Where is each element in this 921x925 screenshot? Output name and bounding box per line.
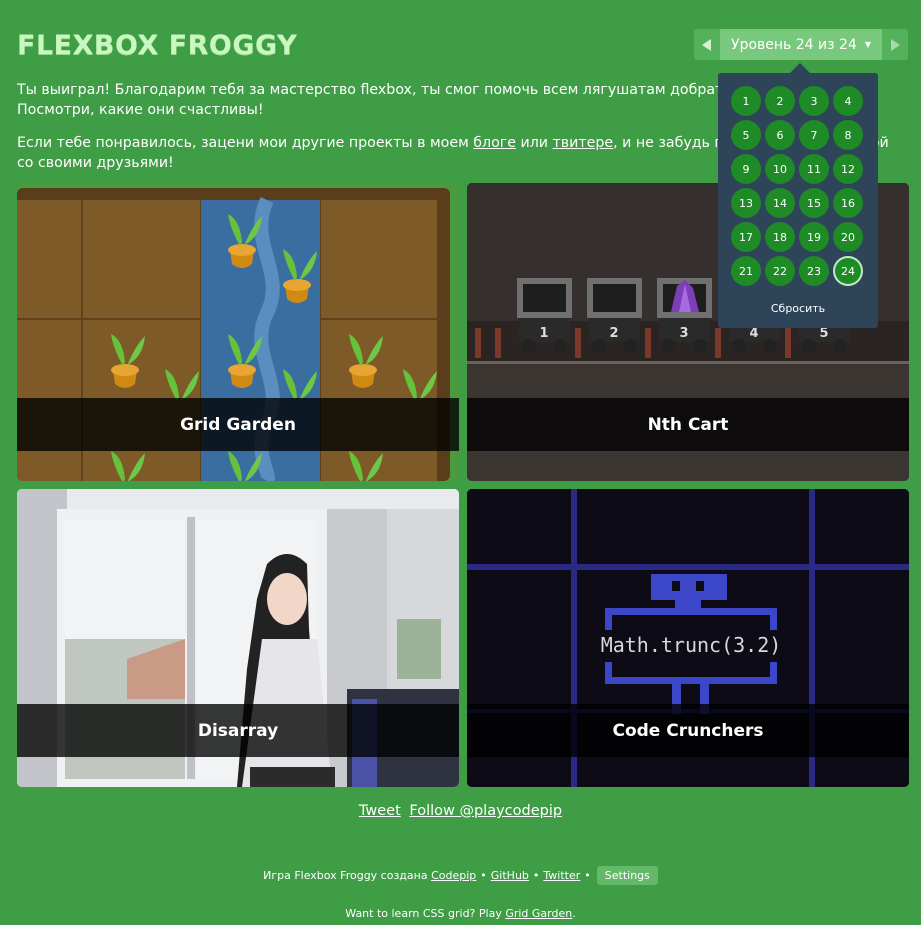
learn-end: . <box>572 907 576 920</box>
project-label-banner: Nth Cart <box>467 398 909 451</box>
cart-number-2: 2 <box>609 326 618 341</box>
level-button-3[interactable]: 3 <box>799 86 829 116</box>
level-button-24[interactable]: 24 <box>833 256 863 286</box>
social-links: Tweet Follow @playcodepip <box>0 803 921 819</box>
level-button-19[interactable]: 19 <box>799 222 829 252</box>
level-button-11[interactable]: 11 <box>799 154 829 184</box>
settings-button[interactable]: Settings <box>596 866 658 885</box>
level-button-15[interactable]: 15 <box>799 188 829 218</box>
bullet-separator: • <box>584 869 591 882</box>
level-button-5[interactable]: 5 <box>731 120 761 150</box>
level-button-20[interactable]: 20 <box>833 222 863 252</box>
level-button-9[interactable]: 9 <box>731 154 761 184</box>
github-link[interactable]: GitHub <box>491 869 529 882</box>
project-label-banner: Grid Garden <box>17 398 459 451</box>
project-label: Grid Garden <box>180 414 296 435</box>
game-title: FLEXBOX FROGGY <box>17 30 298 61</box>
level-button-17[interactable]: 17 <box>731 222 761 252</box>
learn-text: Want to learn CSS grid? Play <box>345 907 502 920</box>
projects-text-start: Если тебе понравилось, зацени мои другие… <box>17 135 474 151</box>
credits-line: Игра Flexbox Froggy создана Codepip • GitH… <box>0 866 921 885</box>
next-level-button[interactable] <box>882 29 908 60</box>
level-button-16[interactable]: 16 <box>833 188 863 218</box>
project-tile-disarray[interactable]: Disarray <box>17 489 459 787</box>
triangle-left-icon <box>702 38 711 51</box>
codepip-link[interactable]: Codepip <box>431 869 476 882</box>
project-label: Code Crunchers <box>612 720 764 741</box>
level-button-7[interactable]: 7 <box>799 120 829 150</box>
twitter-footer-link[interactable]: Twitter <box>543 869 580 882</box>
triangle-right-icon <box>891 38 900 51</box>
dropdown-pointer <box>790 63 810 73</box>
level-button-14[interactable]: 14 <box>765 188 795 218</box>
level-button-4[interactable]: 4 <box>833 86 863 116</box>
level-button-8[interactable]: 8 <box>833 120 863 150</box>
level-button-22[interactable]: 22 <box>765 256 795 286</box>
cart-number-4: 4 <box>749 326 758 341</box>
project-label: Disarray <box>197 720 279 741</box>
project-tile-grid-garden[interactable]: Grid Garden <box>17 183 459 481</box>
reset-button[interactable]: Сбросить <box>718 302 878 315</box>
level-button-12[interactable]: 12 <box>833 154 863 184</box>
level-button-1[interactable]: 1 <box>731 86 761 116</box>
project-label-banner: Code Crunchers <box>467 704 909 757</box>
level-dropdown: 1 2 3 4 5 6 7 8 9 10 11 12 13 14 15 16 17 18 19 20 21 22 23 24 … <box>718 63 878 328</box>
projects-text-mid: или <box>515 135 553 151</box>
project-tile-code-crunchers[interactable]: Math.trunc(3.2) Code Crunchers <box>467 489 909 787</box>
cart-number-3: 3 <box>679 326 688 341</box>
level-button-10[interactable]: 10 <box>765 154 795 184</box>
learn-grid-line: Want to learn CSS grid? Play Grid Garden… <box>0 907 921 920</box>
bullet-separator: • <box>532 869 540 882</box>
level-button-23[interactable]: 23 <box>799 256 829 286</box>
level-navigation: Уровень 24 из 24 ▼ <box>694 29 908 60</box>
level-indicator-label: Уровень 24 из 24 <box>731 36 857 53</box>
twitter-link[interactable]: твитере <box>553 135 614 151</box>
level-button-18[interactable]: 18 <box>765 222 795 252</box>
level-button-21[interactable]: 21 <box>731 256 761 286</box>
credits-text: Игра Flexbox Froggy создана <box>263 869 428 882</box>
level-button-6[interactable]: 6 <box>765 120 795 150</box>
blog-link[interactable]: блоге <box>473 135 516 151</box>
project-label-banner: Disarray <box>17 704 459 757</box>
code-expression-text: Math.trunc(3.2) <box>601 633 782 657</box>
bullet-separator: • <box>480 869 487 882</box>
cart-number-5: 5 <box>819 326 828 341</box>
grid-garden-link[interactable]: Grid Garden <box>505 907 572 920</box>
tweet-link[interactable]: Tweet <box>359 803 401 819</box>
level-button-13[interactable]: 13 <box>731 188 761 218</box>
project-label: Nth Cart <box>647 414 729 435</box>
prev-level-button[interactable] <box>694 29 720 60</box>
caret-down-icon: ▼ <box>864 40 871 49</box>
follow-link[interactable]: Follow @playcodepip <box>409 803 562 819</box>
level-button-2[interactable]: 2 <box>765 86 795 116</box>
cart-number-1: 1 <box>539 326 548 341</box>
level-indicator-button[interactable]: Уровень 24 из 24 ▼ <box>720 29 882 60</box>
